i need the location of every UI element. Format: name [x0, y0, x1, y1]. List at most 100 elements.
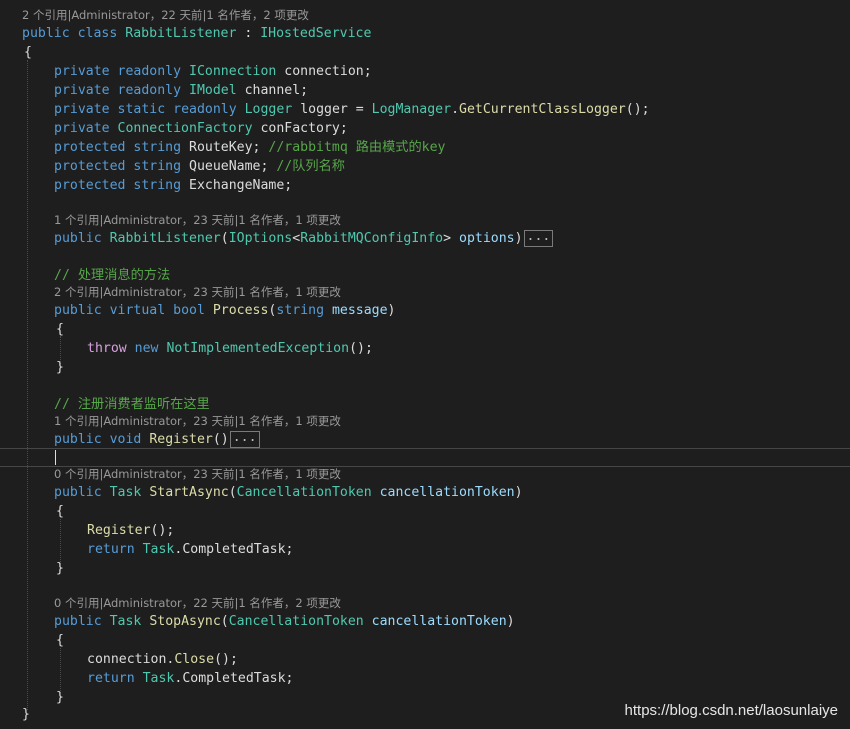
- codelens-ctor[interactable]: 1 个引用|Administrator，23 天前|1 名作者，1 项更改: [54, 213, 341, 228]
- punctuation: >: [443, 231, 459, 246]
- code-line-field-exchangename: protected string ExchangeName;: [54, 176, 292, 195]
- punctuation: ): [387, 303, 396, 318]
- indent-guide: [60, 519, 61, 564]
- field: connection;: [276, 64, 372, 79]
- method-name: GetCurrentClassLogger: [459, 102, 626, 117]
- code-line-field-connection: private readonly IConnection connection;: [54, 62, 372, 81]
- parameter: message: [324, 303, 388, 318]
- code-line-brace: }: [56, 559, 64, 578]
- codelens-class[interactable]: 2 个引用|Administrator，22 天前|1 名作者，2 项更改: [22, 8, 309, 23]
- method-name: Close: [174, 652, 215, 667]
- type-name: IModel: [189, 83, 237, 98]
- ctor-name: RabbitListener: [109, 231, 221, 246]
- comment: //rabbitmq 路由模式的key: [268, 140, 446, 155]
- type-name: CancellationToken: [236, 485, 372, 500]
- type-name: CancellationToken: [228, 614, 364, 629]
- keyword: public: [54, 303, 102, 318]
- code-line-stopasync: public Task StopAsync(CancellationToken …: [54, 612, 515, 631]
- keyword: public: [54, 614, 102, 629]
- keyword: return: [87, 542, 135, 557]
- field: ExchangeName;: [181, 178, 293, 193]
- brace: {: [24, 45, 32, 60]
- code-line-class-decl: public class RabbitListener : IHostedSer…: [22, 24, 371, 43]
- keyword: private: [54, 83, 110, 98]
- code-line-throw: throw new NotImplementedException();: [87, 339, 373, 358]
- indent-guide: [60, 648, 61, 693]
- keyword: protected: [54, 159, 126, 174]
- keyword: throw: [87, 341, 127, 356]
- field: RouteKey;: [181, 140, 269, 155]
- keyword: string: [276, 303, 325, 318]
- keyword: static: [117, 102, 166, 117]
- code-line-ctor: public RabbitListener(IOptions<RabbitMQC…: [54, 229, 554, 248]
- method-name: Register: [149, 432, 213, 447]
- keyword: readonly: [117, 83, 182, 98]
- keyword: protected: [54, 178, 126, 193]
- code-line-brace: {: [56, 320, 64, 339]
- code-line-field-logger: private static readonly Logger logger = …: [54, 100, 650, 119]
- keyword: string: [133, 159, 182, 174]
- interface-name: IHostedService: [260, 26, 372, 41]
- code-line-close-call: connection.Close();: [87, 650, 238, 669]
- keyword: readonly: [117, 64, 182, 79]
- class-name: RabbitListener: [125, 26, 237, 41]
- punctuation: :: [236, 26, 261, 41]
- type-name: Task: [109, 614, 142, 629]
- method-name: Register: [87, 523, 151, 538]
- type-name: IOptions: [228, 231, 293, 246]
- type-name: ConnectionFactory: [117, 121, 253, 136]
- keyword: public: [22, 26, 70, 41]
- punctuation: .: [451, 102, 460, 117]
- collapsed-region-button[interactable]: ...: [523, 229, 554, 247]
- keyword: class: [77, 26, 118, 41]
- keyword: public: [54, 231, 102, 246]
- keyword: readonly: [173, 102, 237, 117]
- field: QueueName;: [181, 159, 277, 174]
- keyword: virtual: [109, 303, 166, 318]
- comment: //队列名称: [276, 159, 345, 174]
- code-line-return: return Task.CompletedTask;: [87, 540, 293, 559]
- type-name: LogManager: [371, 102, 452, 117]
- parameter: cancellationToken: [363, 614, 507, 629]
- code-line-startasync: public Task StartAsync(CancellationToken…: [54, 483, 523, 502]
- codelens-process[interactable]: 2 个引用|Administrator，23 天前|1 名作者，1 项更改: [54, 285, 341, 300]
- code-line-comment-register: // 注册消费者监听在这里: [54, 395, 210, 414]
- punctuation: <: [292, 231, 301, 246]
- code-line-field-routekey: protected string RouteKey; //rabbitmq 路由…: [54, 138, 446, 157]
- comment: // 注册消费者监听在这里: [54, 397, 210, 412]
- comment: // 处理消息的方法: [54, 268, 171, 283]
- current-line-highlight: [0, 448, 850, 467]
- type-name: Task: [109, 485, 142, 500]
- keyword: bool: [173, 303, 205, 318]
- type-name: RabbitMQConfigInfo: [300, 231, 444, 246]
- punctuation: ();: [214, 652, 238, 667]
- type-name: Task: [142, 542, 175, 557]
- keyword: void: [109, 432, 142, 447]
- field: logger =: [292, 102, 372, 117]
- brace: }: [22, 707, 30, 722]
- punctuation: ();: [349, 341, 373, 356]
- codelens-register[interactable]: 1 个引用|Administrator，23 天前|1 名作者，1 项更改: [54, 414, 341, 429]
- punctuation: ();: [625, 102, 650, 117]
- punctuation: ): [514, 485, 523, 500]
- punctuation: (: [220, 231, 229, 246]
- property: CompletedTask: [182, 542, 286, 557]
- type-name: IConnection: [189, 64, 277, 79]
- punctuation: ();: [150, 523, 175, 538]
- code-editor[interactable]: 2 个引用|Administrator，22 天前|1 名作者，2 项更改 pu…: [0, 0, 850, 729]
- codelens-startasync[interactable]: 0 个引用|Administrator，23 天前|1 名作者，1 项更改: [54, 467, 341, 482]
- keyword: string: [133, 178, 182, 193]
- code-line-comment-process: // 处理消息的方法: [54, 266, 170, 285]
- keyword: public: [54, 485, 102, 500]
- keyword: public: [54, 432, 102, 447]
- collapsed-region-button[interactable]: ...: [229, 430, 260, 448]
- parameter: options: [459, 231, 515, 246]
- codelens-stopasync[interactable]: 0 个引用|Administrator，22 天前|1 名作者，2 项更改: [54, 596, 341, 611]
- type-name: Logger: [244, 102, 293, 117]
- code-line-brace: }: [56, 688, 64, 707]
- punctuation: (: [220, 614, 229, 629]
- field: conFactory;: [252, 121, 348, 136]
- punctuation: ;: [285, 671, 294, 686]
- code-line-field-channel: private readonly IModel channel;: [54, 81, 308, 100]
- code-line-field-confactory: private ConnectionFactory conFactory;: [54, 119, 348, 138]
